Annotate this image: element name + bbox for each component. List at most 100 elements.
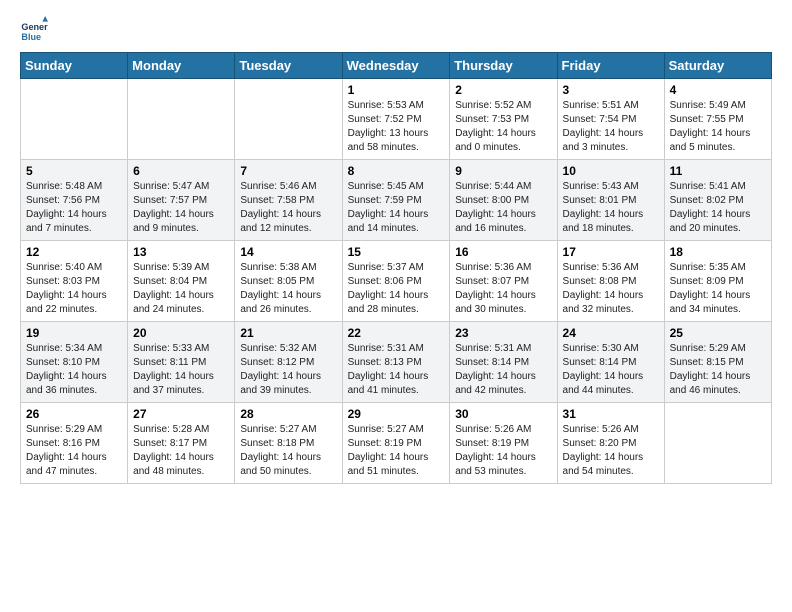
header-cell-thursday: Thursday — [450, 53, 557, 79]
day-number: 26 — [26, 407, 122, 421]
day-cell: 12 Sunrise: 5:40 AM Sunset: 8:03 PM Dayli… — [21, 241, 128, 322]
header-cell-tuesday: Tuesday — [235, 53, 342, 79]
day-number: 16 — [455, 245, 551, 259]
day-cell: 9 Sunrise: 5:44 AM Sunset: 8:00 PM Daylig… — [450, 160, 557, 241]
day-number: 19 — [26, 326, 122, 340]
day-cell: 23Sunrise: 5:31 AM Sunset: 8:14 PM Dayli… — [450, 322, 557, 403]
day-info: Sunrise: 5:28 AM Sunset: 8:17 PM Dayligh… — [133, 423, 229, 479]
day-number: 3 — [563, 83, 659, 97]
day-number: 22 — [348, 326, 445, 340]
day-info: Sunrise: 5:36 AM Sunset: 8:08 PM Dayligh… — [563, 261, 659, 317]
day-cell: 27 Sunrise: 5:28 AM Sunset: 8:17 PM Dayli… — [128, 403, 235, 484]
header-cell-sunday: Sunday — [21, 53, 128, 79]
day-info: Sunrise: 5:48 AM Sunset: 7:56 PM Dayligh… — [26, 180, 122, 236]
day-number: 7 — [240, 164, 336, 178]
day-cell — [128, 79, 235, 160]
day-info: Sunrise: 5:37 AM Sunset: 8:06 PM Dayligh… — [348, 261, 445, 317]
day-number: 29 — [348, 407, 445, 421]
day-cell: 13 Sunrise: 5:39 AM Sunset: 8:04 PM Dayli… — [128, 241, 235, 322]
day-info: Sunrise: 5:26 AM Sunset: 8:19 PM Dayligh… — [455, 423, 551, 479]
day-cell: 17 Sunrise: 5:36 AM Sunset: 8:08 PM Dayli… — [557, 241, 664, 322]
header-cell-monday: Monday — [128, 53, 235, 79]
day-cell: 28 Sunrise: 5:27 AM Sunset: 8:18 PM Dayli… — [235, 403, 342, 484]
day-info: Sunrise: 5:49 AM Sunset: 7:55 PM Dayligh… — [670, 99, 766, 155]
day-info: Sunrise: 5:26 AM Sunset: 8:20 PM Dayligh… — [563, 423, 659, 479]
day-info: Sunrise: 5:52 AM Sunset: 7:53 PM Dayligh… — [455, 99, 551, 155]
week-row-4: 19 Sunrise: 5:34 AM Sunset: 8:10 PM Dayli… — [21, 322, 772, 403]
header-cell-wednesday: Wednesday — [342, 53, 450, 79]
day-info: Sunrise: 5:51 AM Sunset: 7:54 PM Dayligh… — [563, 99, 659, 155]
header-cell-saturday: Saturday — [664, 53, 771, 79]
week-row-5: 26 Sunrise: 5:29 AM Sunset: 8:16 PM Dayli… — [21, 403, 772, 484]
week-row-1: 1 Sunrise: 5:53 AM Sunset: 7:52 PM Daylig… — [21, 79, 772, 160]
day-number: 28 — [240, 407, 336, 421]
day-number: 1 — [348, 83, 445, 97]
day-info: Sunrise: 5:40 AM Sunset: 8:03 PM Dayligh… — [26, 261, 122, 317]
header-row: SundayMondayTuesdayWednesdayThursdayFrid… — [21, 53, 772, 79]
day-info: Sunrise: 5:34 AM Sunset: 8:10 PM Dayligh… — [26, 342, 122, 398]
day-number: 31 — [563, 407, 659, 421]
day-cell: 1 Sunrise: 5:53 AM Sunset: 7:52 PM Daylig… — [342, 79, 450, 160]
day-number: 17 — [563, 245, 659, 259]
day-number: 4 — [670, 83, 766, 97]
day-info: Sunrise: 5:27 AM Sunset: 8:19 PM Dayligh… — [348, 423, 445, 479]
day-cell: 2 Sunrise: 5:52 AM Sunset: 7:53 PM Daylig… — [450, 79, 557, 160]
header: General Blue — [20, 16, 772, 44]
day-cell: 26 Sunrise: 5:29 AM Sunset: 8:16 PM Dayli… — [21, 403, 128, 484]
day-info: Sunrise: 5:32 AM Sunset: 8:12 PM Dayligh… — [240, 342, 336, 398]
day-cell: 10 Sunrise: 5:43 AM Sunset: 8:01 PM Dayli… — [557, 160, 664, 241]
day-info: Sunrise: 5:29 AM Sunset: 8:16 PM Dayligh… — [26, 423, 122, 479]
day-cell: 21 Sunrise: 5:32 AM Sunset: 8:12 PM Dayli… — [235, 322, 342, 403]
day-number: 9 — [455, 164, 551, 178]
day-cell: 16Sunrise: 5:36 AM Sunset: 8:07 PM Dayli… — [450, 241, 557, 322]
day-number: 8 — [348, 164, 445, 178]
day-cell: 18Sunrise: 5:35 AM Sunset: 8:09 PM Dayli… — [664, 241, 771, 322]
day-number: 13 — [133, 245, 229, 259]
day-cell: 4 Sunrise: 5:49 AM Sunset: 7:55 PM Daylig… — [664, 79, 771, 160]
day-number: 14 — [240, 245, 336, 259]
day-number: 27 — [133, 407, 229, 421]
calendar-table: SundayMondayTuesdayWednesdayThursdayFrid… — [20, 52, 772, 484]
day-number: 21 — [240, 326, 336, 340]
day-info: Sunrise: 5:29 AM Sunset: 8:15 PM Dayligh… — [670, 342, 766, 398]
day-number: 15 — [348, 245, 445, 259]
header-cell-friday: Friday — [557, 53, 664, 79]
day-number: 12 — [26, 245, 122, 259]
day-info: Sunrise: 5:43 AM Sunset: 8:01 PM Dayligh… — [563, 180, 659, 236]
day-cell — [235, 79, 342, 160]
day-cell: 22 Sunrise: 5:31 AM Sunset: 8:13 PM Dayli… — [342, 322, 450, 403]
day-number: 2 — [455, 83, 551, 97]
day-cell: 19 Sunrise: 5:34 AM Sunset: 8:10 PM Dayli… — [21, 322, 128, 403]
day-cell: 20 Sunrise: 5:33 AM Sunset: 8:11 PM Dayli… — [128, 322, 235, 403]
svg-text:Blue: Blue — [21, 32, 41, 42]
day-info: Sunrise: 5:47 AM Sunset: 7:57 PM Dayligh… — [133, 180, 229, 236]
day-number: 11 — [670, 164, 766, 178]
day-info: Sunrise: 5:31 AM Sunset: 8:13 PM Dayligh… — [348, 342, 445, 398]
logo: General Blue — [20, 16, 52, 44]
day-cell: 3 Sunrise: 5:51 AM Sunset: 7:54 PM Daylig… — [557, 79, 664, 160]
day-info: Sunrise: 5:33 AM Sunset: 8:11 PM Dayligh… — [133, 342, 229, 398]
day-info: Sunrise: 5:46 AM Sunset: 7:58 PM Dayligh… — [240, 180, 336, 236]
day-number: 10 — [563, 164, 659, 178]
day-cell: 7 Sunrise: 5:46 AM Sunset: 7:58 PM Daylig… — [235, 160, 342, 241]
day-info: Sunrise: 5:39 AM Sunset: 8:04 PM Dayligh… — [133, 261, 229, 317]
day-info: Sunrise: 5:31 AM Sunset: 8:14 PM Dayligh… — [455, 342, 551, 398]
day-cell: 15 Sunrise: 5:37 AM Sunset: 8:06 PM Dayli… — [342, 241, 450, 322]
day-number: 20 — [133, 326, 229, 340]
day-cell: 29 Sunrise: 5:27 AM Sunset: 8:19 PM Dayli… — [342, 403, 450, 484]
day-info: Sunrise: 5:27 AM Sunset: 8:18 PM Dayligh… — [240, 423, 336, 479]
day-info: Sunrise: 5:44 AM Sunset: 8:00 PM Dayligh… — [455, 180, 551, 236]
day-number: 25 — [670, 326, 766, 340]
day-info: Sunrise: 5:53 AM Sunset: 7:52 PM Dayligh… — [348, 99, 445, 155]
day-number: 6 — [133, 164, 229, 178]
day-cell: 6 Sunrise: 5:47 AM Sunset: 7:57 PM Daylig… — [128, 160, 235, 241]
day-cell — [664, 403, 771, 484]
day-info: Sunrise: 5:30 AM Sunset: 8:14 PM Dayligh… — [563, 342, 659, 398]
day-info: Sunrise: 5:45 AM Sunset: 7:59 PM Dayligh… — [348, 180, 445, 236]
day-cell: 8 Sunrise: 5:45 AM Sunset: 7:59 PM Daylig… — [342, 160, 450, 241]
svg-text:General: General — [21, 22, 48, 32]
day-cell: 30Sunrise: 5:26 AM Sunset: 8:19 PM Dayli… — [450, 403, 557, 484]
day-cell: 5Sunrise: 5:48 AM Sunset: 7:56 PM Daylig… — [21, 160, 128, 241]
day-cell: 24Sunrise: 5:30 AM Sunset: 8:14 PM Dayli… — [557, 322, 664, 403]
day-info: Sunrise: 5:41 AM Sunset: 8:02 PM Dayligh… — [670, 180, 766, 236]
